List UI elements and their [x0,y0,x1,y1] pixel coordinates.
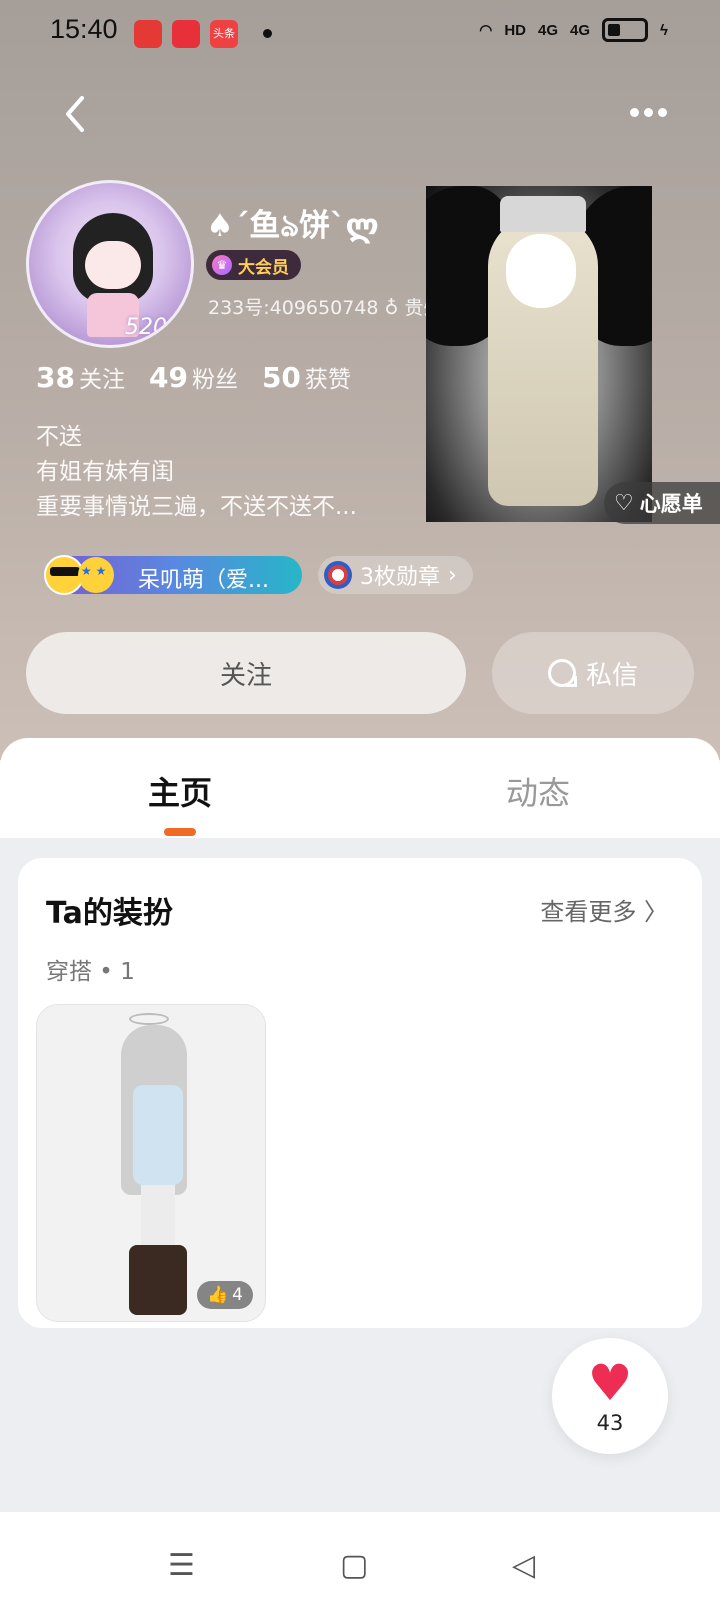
battery-icon [602,18,649,42]
signal-icon-2: 4G [570,21,591,39]
crown-decoration [500,196,586,232]
stat-number: 49 [148,361,188,394]
stat-label: 获赞 [304,367,351,393]
stats-row: 38 关注 49 粉丝 50 获赞 [36,360,351,394]
app-icon-toutiao: 头条 [210,20,238,48]
bio-line: 有姐有妹有闺 [36,459,174,485]
bio-line: 重要事情说三遍，不送不送不... [36,494,357,520]
outfit-thumbnail[interactable]: 👍 4 [36,1004,266,1322]
follow-label: 关注 [219,660,272,691]
thumb-likes-badge: 👍 4 [197,1281,253,1309]
heart-icon: ♥ [587,1354,633,1412]
group-label: 呆叽萌（爱... [138,568,269,593]
bio: 不送 有姐有妹有闺 重要事情说三遍，不送不送不... [36,420,416,525]
system-nav-bar: ☰ ▢ ◁ [0,1512,720,1612]
crown-icon: ♛ [212,255,232,275]
message-label: 私信 [585,660,638,691]
user-id-location: 233号:409650748 ♁ 贵州 [208,297,443,319]
message-button[interactable]: 私信 [492,632,694,714]
figure-dress [133,1085,183,1185]
bio-line: 不送 [36,424,82,450]
hd-icon: HD [504,21,527,39]
stat-likes[interactable]: 50 获赞 [262,360,351,394]
tab-home[interactable]: 主页 [148,768,212,814]
more-dot-icon [644,108,653,117]
thumb-likes-count: 4 [232,1285,243,1305]
card-title: Ta的装扮 [46,896,173,931]
vip-label: 大会员 [238,257,289,278]
wishlist-label: 心愿单 [639,492,703,516]
see-more-link[interactable]: 查看更多 〉 [540,892,668,927]
signal-icon-1: 4G [538,21,559,39]
more-dot-icon [630,108,639,117]
avatar-frame-number: 520 [125,315,167,340]
outfit-subtitle: 穿搭 • 1 [46,959,135,985]
stat-following[interactable]: 38 关注 [36,360,125,394]
app-icon-video [172,20,200,48]
wishlist-button[interactable]: ♡ 心愿单 [604,482,720,524]
chevron-right-icon: › [448,562,457,588]
follow-button[interactable]: 关注 [26,632,466,714]
more-options-button[interactable] [630,98,680,130]
tab-activity[interactable]: 动态 [506,768,570,814]
thumbs-up-icon: 👍 [207,1285,229,1305]
group-chip[interactable]: 呆叽萌（爱... [44,555,302,595]
status-time: 15:40 [50,14,118,44]
like-count: 43 [596,1411,624,1435]
outfit-card: Ta的装扮 查看更多 〉 穿搭 • 1 👍 4 [18,858,702,1328]
status-bar: 15:40 头条 ◠ HD 4G 4G ϟ [0,0,720,64]
more-dot-icon [658,108,667,117]
stat-label: 关注 [78,367,125,393]
stat-label: 粉丝 [191,367,238,393]
tab-bar: 主页 动态 [0,738,720,838]
notification-dot [263,29,272,38]
heart-outline-icon: ♡ [614,490,634,516]
stat-number: 38 [36,361,75,394]
tab-indicator [164,828,196,836]
halo-decoration [129,1013,169,1025]
charging-icon: ϟ [660,21,668,39]
star-eyes-emoji-icon [78,557,114,593]
app-icon-red [134,20,162,48]
floating-like-button[interactable]: ♥ 43 [552,1338,668,1454]
nickname: ♠´鱼ঌ饼`ლ [206,208,379,244]
medal-icon [324,561,352,589]
stat-fans[interactable]: 49 粉丝 [149,360,238,394]
back-button[interactable] [56,90,96,138]
status-icons: ◠ HD 4G 4G ϟ [479,18,668,42]
back-triangle-icon[interactable]: ◁ [512,1548,535,1583]
home-square-icon[interactable]: ▢ [340,1548,368,1583]
figure-boots [129,1245,187,1315]
character-showcase-image[interactable] [426,186,652,522]
back-arrow-icon [66,96,84,132]
avatar-face [85,241,141,289]
medals-label: 3枚勋章 [360,565,440,590]
stat-number: 50 [261,361,301,394]
character-face [506,234,576,308]
vip-badge[interactable]: ♛ 大会员 [206,250,301,280]
wifi-icon: ◠ [479,22,493,39]
avatar[interactable]: 520 [26,180,194,348]
chat-icon [547,659,577,687]
menu-icon[interactable]: ☰ [168,1548,195,1583]
medals-chip[interactable]: 3枚勋章 › [318,556,473,594]
